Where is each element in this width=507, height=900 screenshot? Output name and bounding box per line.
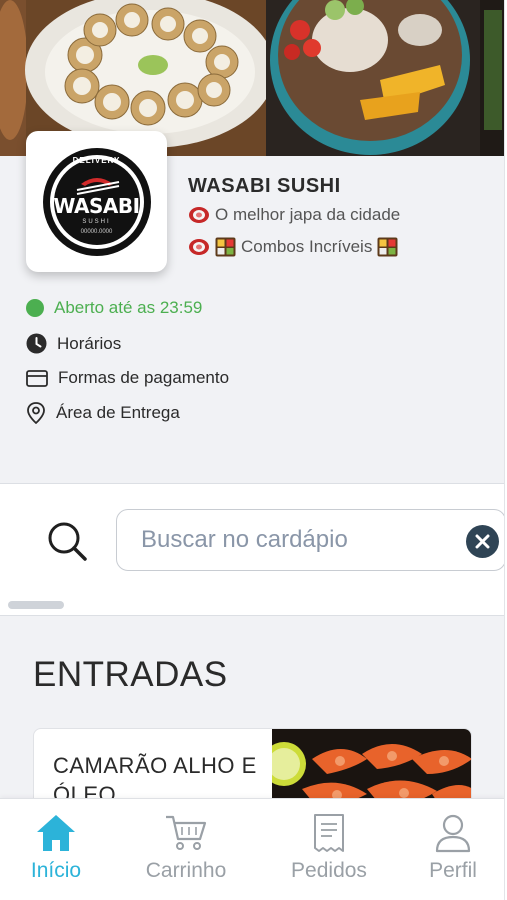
nav-home-label: Início: [30, 859, 82, 882]
open-status: Aberto até as 23:59: [26, 298, 202, 318]
store-promo: Combos Incríveis: [188, 237, 398, 257]
tagline-text: O melhor japa da cidade: [215, 205, 401, 224]
payment-label: Formas de pagamento: [58, 368, 230, 387]
bento-box-icon: [215, 237, 236, 257]
delivery-area-link[interactable]: Área de Entrega: [26, 402, 180, 424]
nav-cart-label: Carrinho: [145, 859, 227, 882]
store-page: DELIVERY WASABI SUSHI 00000.0000 WASABI …: [0, 0, 505, 900]
location-pin-icon: [27, 402, 45, 424]
cart-icon: [166, 815, 207, 850]
search-bar: [0, 483, 504, 616]
nav-profile-label: Perfil: [429, 859, 477, 882]
sushi-roll-icon: [189, 239, 209, 255]
section-title: ENTRADAS: [33, 655, 228, 694]
delivery-area-label: Área de Entrega: [56, 403, 180, 422]
search-input[interactable]: [141, 510, 441, 570]
hours-label: Horários: [57, 333, 122, 353]
store-name: WASABI SUSHI: [188, 175, 341, 197]
clear-search-button[interactable]: [466, 525, 499, 558]
store-logo: [26, 131, 167, 272]
nav-home[interactable]: Início: [22, 813, 90, 883]
nav-orders[interactable]: Pedidos: [280, 813, 378, 883]
payment-methods-link[interactable]: Formas de pagamento: [26, 368, 229, 388]
open-status-text: Aberto até as 23:59: [54, 298, 203, 317]
home-icon: [37, 815, 75, 851]
status-dot-icon: [26, 299, 44, 317]
bottom-navigation: Início Carrinho Pedidos Perfil: [0, 798, 504, 900]
bento-box-icon: [377, 237, 398, 257]
search-button[interactable]: [44, 518, 90, 564]
search-field: [116, 509, 504, 571]
hours-link[interactable]: Horários: [26, 333, 121, 354]
clear-icon: [475, 534, 490, 549]
nav-orders-label: Pedidos: [291, 859, 367, 882]
horizontal-scrollbar[interactable]: [8, 601, 64, 609]
nav-profile[interactable]: Perfil: [418, 813, 488, 883]
clock-icon: [26, 333, 47, 354]
promo-text: Combos Incríveis: [241, 237, 373, 256]
credit-card-icon: [26, 369, 48, 387]
user-icon: [435, 814, 471, 853]
sushi-roll-icon: [189, 207, 209, 223]
nav-cart[interactable]: Carrinho: [132, 813, 240, 883]
store-tagline: O melhor japa da cidade: [188, 205, 400, 225]
wasabi-logo: [42, 147, 151, 256]
search-icon: [48, 522, 87, 561]
receipt-icon: [314, 814, 344, 852]
